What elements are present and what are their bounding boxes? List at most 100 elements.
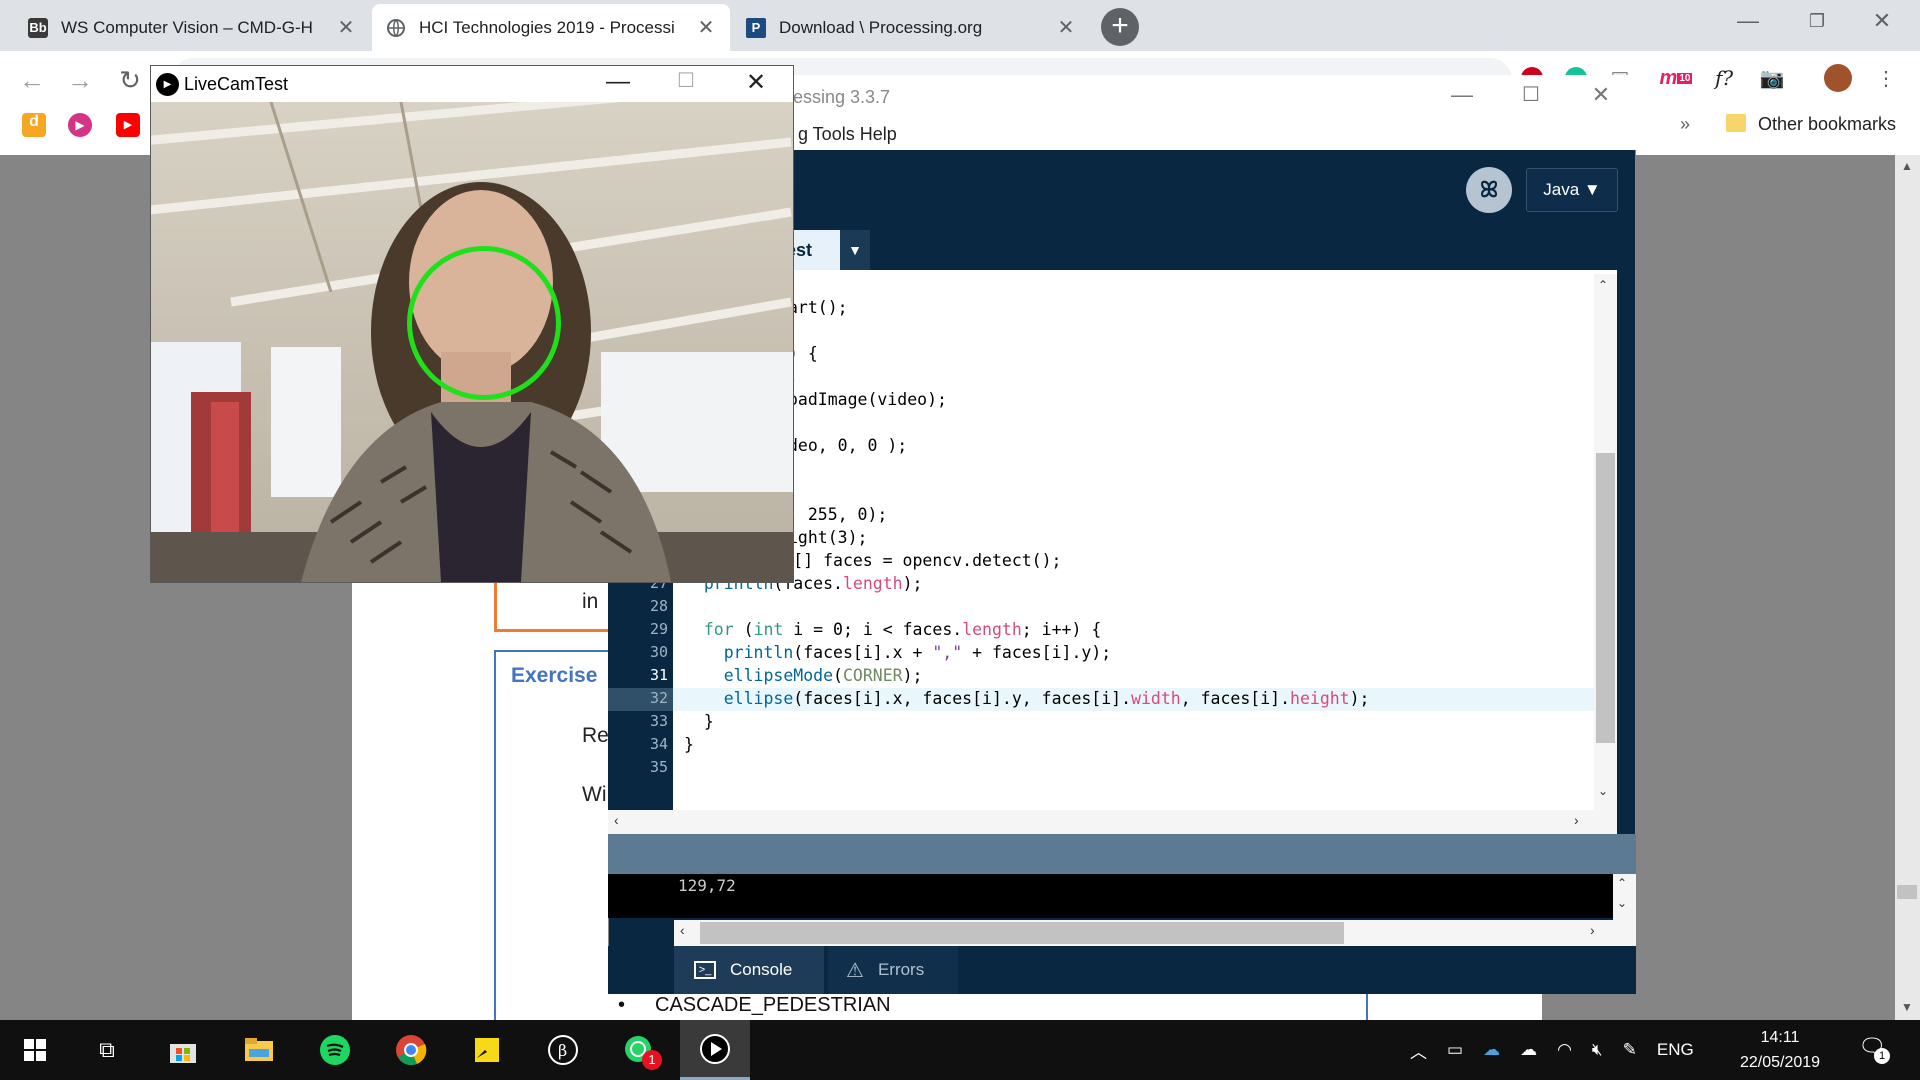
code-line[interactable]: oadImage(video);	[788, 388, 947, 411]
tab-title: Download \ Processing.org	[779, 17, 983, 37]
ide-menu-items[interactable]: g Tools Help	[798, 124, 897, 145]
line-number: 35	[649, 758, 668, 776]
editor-horizontal-scrollbar[interactable]: ‹ ›	[608, 810, 1617, 834]
processing-p-icon: P	[746, 17, 766, 38]
menu-kebab-icon[interactable]: ⋮	[1870, 62, 1902, 94]
clock-date: 22/05/2019	[1739, 1054, 1821, 1071]
code-line[interactable]: ellipse(faces[i].x, faces[i].y, faces[i]…	[684, 687, 1370, 710]
other-bookmarks[interactable]: Other bookmarks	[1758, 114, 1896, 135]
whatfont-extension-icon[interactable]: f?	[1708, 62, 1740, 94]
onedrive-icon[interactable]: ☁	[1483, 1040, 1500, 1060]
file-explorer-icon[interactable]	[224, 1020, 294, 1080]
chevron-down-icon[interactable]: ⌄	[1617, 896, 1627, 910]
line-number: 32	[649, 689, 668, 707]
console-scroll-thumb[interactable]	[700, 922, 1344, 944]
wifi-icon[interactable]: ◠	[1557, 1040, 1572, 1060]
chevron-right-icon[interactable]: ›	[1590, 922, 1595, 938]
browser-tab-hci-technologies[interactable]: HCI Technologies 2019 - Processi ✕	[372, 4, 730, 51]
svg-text:β: β	[558, 1041, 567, 1060]
ide-close-icon[interactable]: ✕	[1586, 82, 1616, 108]
windows-start-icon[interactable]	[0, 1020, 70, 1080]
code-line[interactable]: }	[684, 710, 714, 733]
code-line[interactable]: ight(3);	[788, 526, 867, 549]
close-tab-icon[interactable]: ✕	[1056, 15, 1076, 40]
code-line[interactable]: for (int i = 0; i < faces.length; i++) {	[684, 618, 1101, 641]
battery-icon[interactable]: ▭	[1447, 1040, 1463, 1060]
errors-label: Errors	[877, 960, 925, 979]
line-number: 29	[649, 620, 668, 638]
code-line[interactable]: }	[684, 733, 694, 756]
chrome-icon[interactable]	[376, 1020, 446, 1080]
bookmark-play-icon[interactable]: ▶	[68, 113, 92, 137]
bookmark-d-icon[interactable]: d	[22, 113, 46, 137]
close-tab-icon[interactable]: ✕	[336, 15, 356, 40]
reload-icon[interactable]: ↻	[112, 62, 148, 98]
profile-avatar[interactable]	[1822, 62, 1854, 94]
language-indicator[interactable]: ENG	[1657, 1040, 1694, 1060]
code-line[interactable]: art();	[788, 296, 848, 319]
task-view-icon[interactable]: ⧉	[72, 1020, 142, 1080]
spotify-icon[interactable]	[300, 1020, 370, 1080]
system-clock[interactable]: 14:11 22/05/2019	[1720, 1025, 1840, 1075]
mode-selector[interactable]: Java ▼	[1526, 168, 1618, 212]
chevron-right-icon[interactable]: ›	[1574, 812, 1579, 828]
chevron-up-icon[interactable]: ︿	[1410, 1038, 1427, 1063]
blackboard-icon: Bb	[28, 17, 48, 38]
camera-extension-icon[interactable]: 📷	[1756, 62, 1788, 94]
browser-tab-processing-download[interactable]: P Download \ Processing.org ✕	[732, 4, 1090, 51]
sticky-notes-icon[interactable]	[452, 1020, 522, 1080]
debugger-butterfly-icon[interactable]: ꕤ	[1466, 167, 1512, 213]
code-line[interactable]: , 255, 0);	[788, 503, 887, 526]
whatsapp-icon[interactable]: 1	[604, 1020, 674, 1080]
forward-arrow-icon[interactable]: →	[62, 62, 98, 98]
browser-minimize-icon[interactable]: —	[1728, 6, 1768, 36]
code-line[interactable]: println(faces[i].x + "," + faces[i].y);	[684, 641, 1111, 664]
tab-menu-arrow[interactable]: ▼	[840, 230, 870, 270]
bookmarks-overflow-icon[interactable]: »	[1680, 114, 1690, 135]
line-number: 31	[649, 666, 668, 684]
clock-time: 14:11	[1760, 1029, 1800, 1046]
folder-icon	[1726, 114, 1746, 132]
console-tab-button[interactable]: >_ Console	[674, 946, 824, 994]
pdf-scroll-thumb[interactable]	[1897, 885, 1917, 899]
browser-close-icon[interactable]: ✕	[1862, 6, 1902, 36]
console-vertical-scrollbar[interactable]: ⌃ ⌄	[1613, 874, 1636, 946]
mendeley-extension-icon[interactable]: m 10	[1660, 62, 1693, 94]
code-line[interactable]: ellipseMode(CORNER);	[684, 664, 923, 687]
browser-tab-ws-computer-vision[interactable]: Bb WS Computer Vision – CMD-G-H ✕	[14, 4, 370, 51]
chevron-down-icon[interactable]: ⌄	[1598, 784, 1608, 798]
livecamtest-taskbar-icon[interactable]	[680, 1020, 750, 1080]
volume-muted-icon[interactable]: 🔇︎	[1592, 1040, 1603, 1060]
close-tab-icon[interactable]: ✕	[696, 15, 716, 40]
scroll-down-icon[interactable]: ▼	[1901, 1000, 1913, 1014]
back-arrow-icon[interactable]: ←	[14, 62, 50, 98]
pdf-bullet: •	[618, 994, 626, 1016]
code-line[interactable]: deo, 0, 0 );	[788, 434, 907, 457]
notification-center-icon[interactable]: 🗨︎ 1	[1858, 1034, 1892, 1066]
cam-minimize-icon[interactable]: —	[600, 68, 636, 96]
bookmark-youtube-icon[interactable]: ▶	[116, 113, 140, 137]
scroll-up-icon[interactable]: ▲	[1901, 159, 1913, 173]
cam-maximize-icon[interactable]: ☐	[668, 68, 704, 93]
microsoft-store-icon[interactable]	[148, 1020, 218, 1080]
ide-maximize-icon[interactable]: ☐	[1516, 82, 1546, 107]
cloud-icon[interactable]: ☁	[1520, 1040, 1537, 1060]
chevron-left-icon[interactable]: ‹	[614, 812, 619, 828]
browser-restore-icon[interactable]: ❐	[1797, 6, 1837, 36]
whatsapp-badge: 1	[642, 1050, 662, 1070]
pdf-vertical-scrollbar[interactable]: ▲ ▼	[1895, 155, 1920, 1020]
processing-ide-icon[interactable]: β	[528, 1020, 598, 1080]
errors-tab-button[interactable]: ⚠ Errors	[828, 946, 958, 994]
chevron-up-icon[interactable]: ⌃	[1617, 876, 1627, 890]
cam-close-icon[interactable]: ✕	[738, 68, 774, 97]
editor-scroll-thumb[interactable]	[1596, 453, 1615, 743]
tab-title: WS Computer Vision – CMD-G-H	[61, 17, 313, 37]
warning-icon: ⚠	[846, 959, 864, 982]
chevron-up-icon[interactable]: ⌃	[1598, 278, 1608, 292]
pdf-exercise-heading: Exercise	[511, 664, 598, 687]
new-tab-button[interactable]: +	[1101, 8, 1139, 46]
line-number: 28	[649, 597, 668, 615]
chevron-left-icon[interactable]: ‹	[680, 922, 685, 938]
ide-minimize-icon[interactable]: —	[1447, 82, 1477, 108]
pen-icon[interactable]: ✎	[1623, 1040, 1637, 1060]
